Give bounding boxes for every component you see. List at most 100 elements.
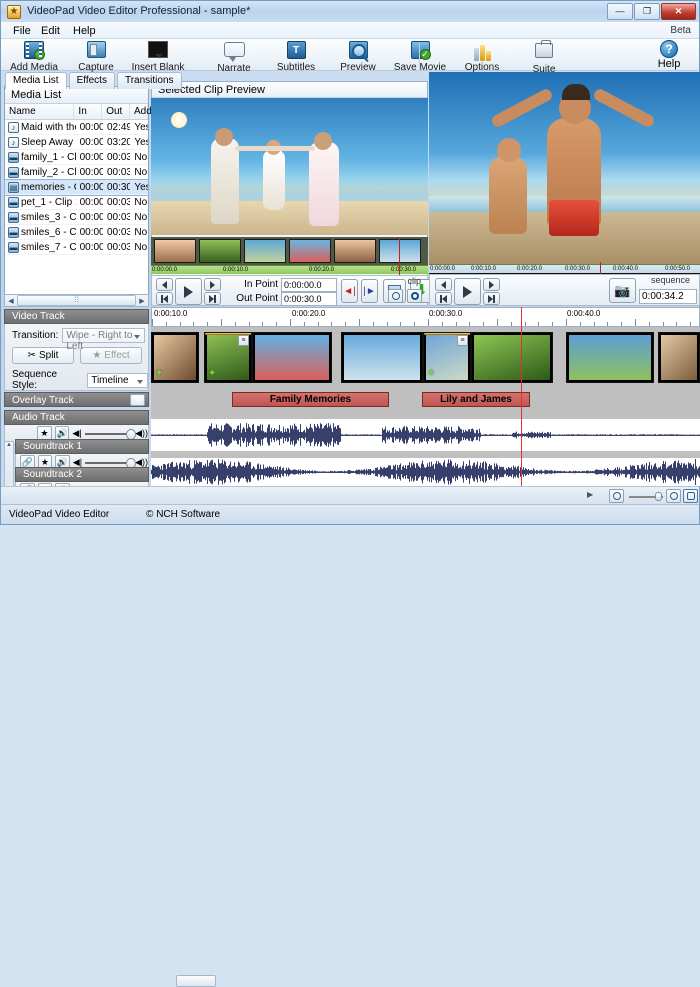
split-button[interactable]: ✂ Split — [12, 347, 74, 364]
options-button[interactable]: Options — [451, 40, 513, 73]
timeline-video-track[interactable]: ✦≡✦≡✦ — [151, 327, 700, 388]
sequence-preview-ruler[interactable]: 0:00:00.0 0:00:10.0 0:00:20.0 0:00:30.0 … — [429, 264, 700, 273]
timeline-overlay-text-clip[interactable]: Family Memories — [232, 392, 389, 407]
timeline-overlay-track[interactable]: Family Memories Lily and James — [151, 388, 700, 411]
sequence-timecode-field[interactable]: 0:00:34.2 — [639, 289, 697, 304]
timeline-video-clip[interactable] — [252, 332, 332, 383]
tab-transitions[interactable]: Transitions — [117, 72, 182, 89]
media-list-row[interactable]: ▬family_1 - Cli...00:0000:03No — [5, 150, 148, 165]
help-button[interactable]: ? Help — [649, 40, 689, 70]
timeline-overlay-text-clip[interactable]: Lily and James — [422, 392, 530, 407]
timeline-tick — [166, 322, 167, 326]
menu-item-help[interactable]: Help — [67, 24, 102, 38]
timeline-scroll-right-arrow[interactable]: ▶ — [587, 490, 593, 499]
clip-skip-start-button[interactable] — [156, 292, 173, 305]
effect-button[interactable]: ★ Effect — [80, 347, 142, 364]
hscroll-right-arrow[interactable]: ▶ — [136, 297, 148, 305]
media-list-row[interactable]: ▬smiles_3 - Cli...00:0000:03No — [5, 210, 148, 225]
clip-menu-icon[interactable]: ≡ — [457, 335, 468, 346]
media-list-hscrollbar[interactable]: ◀ ▶ — [4, 294, 149, 307]
clip-zoom-in-button[interactable] — [407, 289, 422, 303]
media-list-row[interactable]: ▬smiles_7 - Cli...00:0000:03No — [5, 240, 148, 255]
media-list-row[interactable]: ♪Sleep Away -...00:0003:20Yes — [5, 135, 148, 150]
preview-button[interactable]: Preview — [327, 40, 389, 73]
snapshot-button[interactable]: 📷 — [609, 278, 636, 303]
timeline-video-clip[interactable] — [341, 332, 423, 383]
column-added[interactable]: Added — [130, 104, 148, 119]
audio-volume-slider[interactable] — [85, 433, 132, 435]
timeline-audio-track[interactable] — [151, 411, 700, 419]
maximize-button[interactable]: ❐ — [634, 3, 660, 20]
timeline-hscroll-thumb[interactable] — [176, 975, 216, 987]
column-in[interactable]: In — [74, 104, 102, 119]
column-name[interactable]: Name — [5, 104, 74, 119]
minimize-button[interactable]: — — [607, 3, 633, 20]
pencil-icon[interactable]: ✎ — [130, 394, 145, 406]
menu-item-file[interactable]: File — [7, 24, 37, 38]
insert-blank-dropdown-icon[interactable] — [155, 54, 163, 58]
column-out[interactable]: Out — [102, 104, 130, 119]
clip-skip-end-button[interactable] — [204, 292, 221, 305]
clip-step-forward-button[interactable] — [204, 278, 221, 291]
media-list-row[interactable]: ▤memories - Cl...00:0000:30Yes — [5, 180, 148, 195]
clip-playhead[interactable] — [399, 238, 400, 275]
seq-play-button[interactable] — [454, 278, 481, 305]
seq-step-forward-button[interactable] — [483, 278, 500, 291]
capture-button[interactable]: Capture — [65, 40, 127, 73]
clip-play-button[interactable] — [175, 278, 202, 305]
strip-thumbnail[interactable] — [199, 239, 241, 263]
timeline-video-clip[interactable]: ≡✦ — [204, 332, 252, 383]
save-movie-button[interactable]: ✓ Save Movie — [389, 40, 451, 73]
media-list-row[interactable]: ▬smiles_6 - Cli...00:0000:03No — [5, 225, 148, 240]
timeline-ruler[interactable]: 0:00:10.00:00:20.00:00:30.00:00:40.0 — [151, 307, 700, 327]
in-point-field[interactable]: 0:00:00.0 — [281, 278, 337, 292]
media-list-row[interactable]: ▬family_2 - Cli...00:0000:03No — [5, 165, 148, 180]
clip-thumbnail-strip[interactable] — [151, 237, 428, 265]
out-point-field[interactable]: 0:00:30.0 — [281, 292, 337, 306]
strip-thumbnail[interactable] — [154, 239, 196, 263]
narrate-button[interactable]: Narrate — [203, 40, 265, 74]
hscroll-left-arrow[interactable]: ◀ — [5, 297, 17, 305]
timeline-video-clip[interactable] — [658, 332, 700, 383]
timeline-zoom-in-button[interactable] — [666, 489, 681, 503]
menu-item-edit[interactable]: Edit — [35, 24, 66, 38]
strip-thumbnail[interactable] — [379, 239, 421, 263]
transition-select[interactable]: Wipe - Right to Left — [62, 328, 145, 343]
tab-media-list[interactable]: Media List — [5, 72, 67, 89]
seq-skip-start-button[interactable] — [435, 292, 452, 305]
timeline-tick — [373, 322, 374, 326]
add-media-button[interactable]: + Add Media — [3, 40, 65, 73]
clip-zoom-out-button[interactable] — [388, 289, 403, 303]
timeline-video-clip[interactable]: ✦ — [151, 332, 199, 383]
tab-effects[interactable]: Effects — [69, 72, 115, 89]
clip-preview-video[interactable] — [151, 98, 428, 235]
timeline-video-clip[interactable] — [471, 332, 553, 383]
media-list-row[interactable]: ▬pet_1 - Clip 100:0000:03No — [5, 195, 148, 210]
soundtrack-1-volume-slider[interactable] — [85, 462, 132, 464]
sequence-preview-video[interactable] — [429, 72, 700, 264]
clip-step-back-button[interactable] — [156, 278, 173, 291]
sequence-style-select[interactable]: Timeline — [87, 373, 148, 388]
timeline-soundtrack-2-wave[interactable] — [151, 458, 700, 486]
strip-thumbnail[interactable] — [244, 239, 286, 263]
set-in-point-button[interactable]: ◄| — [341, 279, 358, 303]
set-out-point-button[interactable]: |► — [361, 279, 378, 303]
hscroll-thumb[interactable] — [17, 295, 136, 306]
timeline-video-clip[interactable]: ≡✦ — [423, 332, 471, 383]
seq-skip-end-button[interactable] — [483, 292, 500, 305]
timeline-zoom-slider[interactable] — [629, 496, 663, 498]
timeline-video-clip[interactable] — [566, 332, 654, 383]
strip-thumbnail[interactable] — [289, 239, 331, 263]
media-list-row[interactable]: ♪Maid with the...00:0002:49Yes — [5, 120, 148, 135]
seq-step-back-button[interactable] — [435, 278, 452, 291]
clip-menu-icon[interactable]: ≡ — [238, 335, 249, 346]
subtitles-button[interactable]: T Subtitles — [265, 40, 327, 73]
timeline-soundtrack-1-wave[interactable] — [151, 419, 700, 451]
close-button[interactable]: ✕ — [661, 3, 696, 20]
strip-thumbnail[interactable] — [334, 239, 376, 263]
timeline-playhead[interactable] — [521, 307, 522, 486]
suite-button[interactable]: Suite — [513, 40, 575, 75]
clip-preview-ruler[interactable]: 0:00:00.0 0:00:10.0 0:00:20.0 0:00:30.0 — [151, 265, 428, 274]
timeline-zoom-fit-button[interactable] — [683, 489, 698, 503]
timeline-zoom-out-button[interactable] — [609, 489, 624, 503]
